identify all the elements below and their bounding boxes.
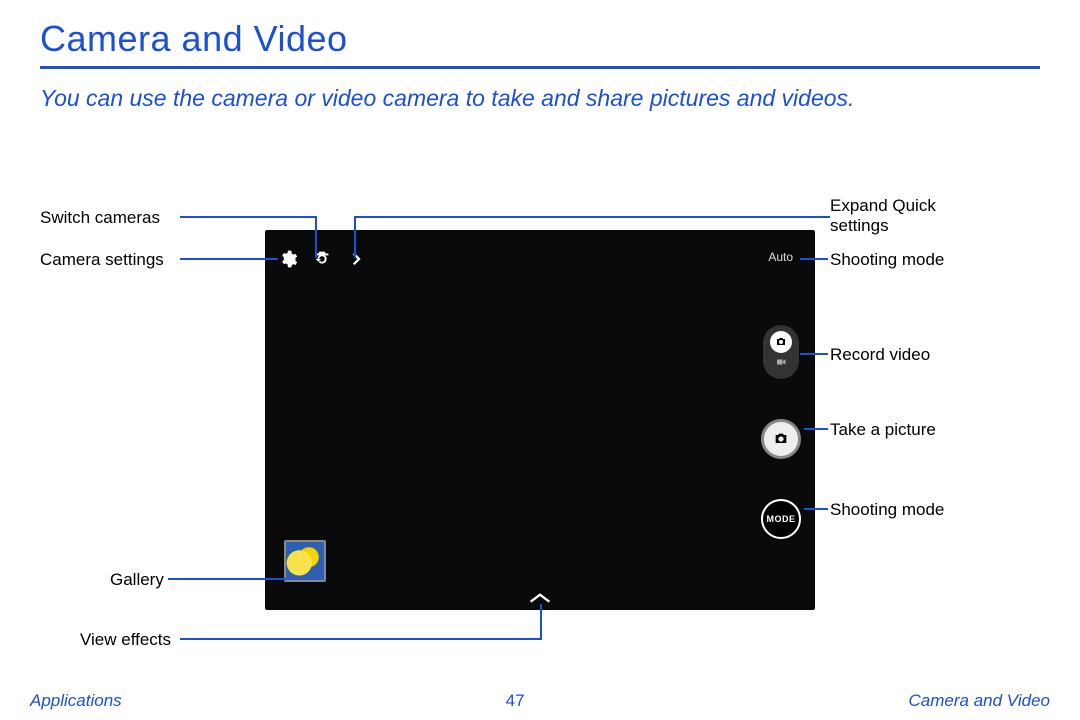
gallery-thumbnail[interactable] xyxy=(284,540,326,582)
camera-ui: Auto MODE xyxy=(265,230,815,610)
chevron-right-icon[interactable] xyxy=(343,246,369,272)
callout-view-effects: View effects xyxy=(80,630,171,650)
callout-record-video: Record video xyxy=(830,345,930,365)
annotated-diagram: Auto MODE Swit xyxy=(40,190,1040,660)
callout-line xyxy=(804,508,828,510)
callout-line xyxy=(180,638,540,640)
callout-shooting-mode-bottom: Shooting mode xyxy=(830,500,944,520)
page-footer: Applications 47 Camera and Video xyxy=(0,682,1080,720)
footer-left: Applications xyxy=(30,691,122,711)
callout-line xyxy=(354,216,356,258)
callout-line xyxy=(180,258,278,260)
video-icon xyxy=(775,355,787,373)
callout-line xyxy=(354,216,830,218)
callout-switch-cameras: Switch cameras xyxy=(40,208,160,228)
callout-line xyxy=(315,216,317,258)
footer-right: Camera and Video xyxy=(909,691,1050,711)
callout-line xyxy=(168,578,286,580)
page-title: Camera and Video xyxy=(40,18,1040,60)
callout-expand-quick-l1: Expand Quick xyxy=(830,196,936,216)
callout-line xyxy=(800,258,828,260)
auto-label[interactable]: Auto xyxy=(768,250,793,264)
callout-line xyxy=(180,216,315,218)
callout-shooting-mode-top: Shooting mode xyxy=(830,250,944,270)
callout-expand-quick-l2: settings xyxy=(830,216,889,236)
switch-camera-icon[interactable] xyxy=(309,246,335,272)
callout-take-picture: Take a picture xyxy=(830,420,936,440)
title-rule xyxy=(40,66,1040,69)
mode-button[interactable]: MODE xyxy=(761,499,801,539)
camera-icon xyxy=(770,331,792,353)
shutter-button[interactable] xyxy=(761,419,801,459)
callout-line xyxy=(540,604,542,640)
callout-line xyxy=(804,428,828,430)
callout-camera-settings: Camera settings xyxy=(40,250,164,270)
gear-icon[interactable] xyxy=(275,246,301,272)
intro-text: You can use the camera or video camera t… xyxy=(40,83,1000,114)
right-actions: MODE xyxy=(761,325,801,539)
chevron-up-icon[interactable] xyxy=(526,590,554,604)
footer-page-number: 47 xyxy=(506,691,525,711)
callout-line xyxy=(800,353,828,355)
callout-gallery: Gallery xyxy=(110,570,164,590)
record-toggle[interactable] xyxy=(763,325,799,379)
